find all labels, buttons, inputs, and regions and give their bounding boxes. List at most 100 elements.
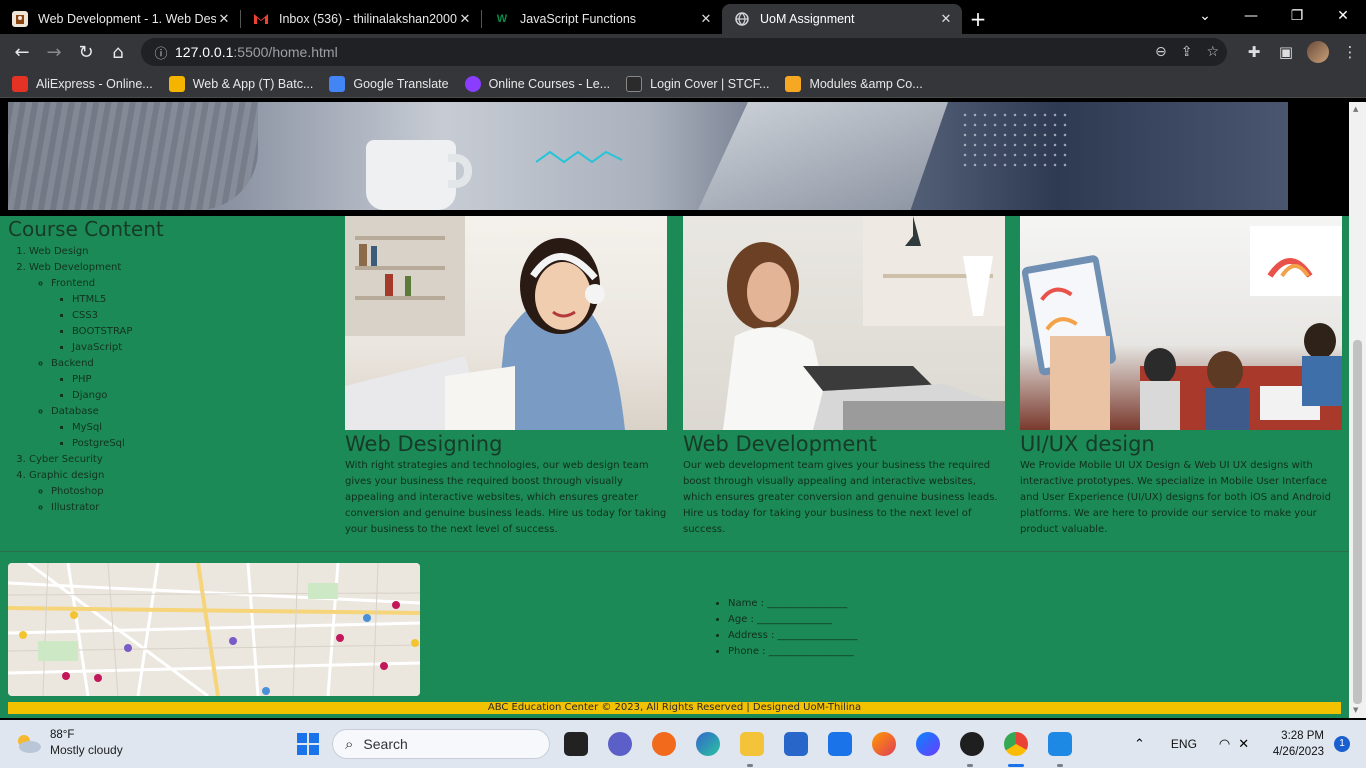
zoom-icon[interactable]: ⊖ xyxy=(1155,44,1167,60)
courses-icon xyxy=(464,75,481,92)
course-subitem-label: Database xyxy=(51,406,99,417)
bookmark-aliexpress[interactable]: AliExpress - Online... xyxy=(12,75,153,92)
edge-browser-icon[interactable] xyxy=(696,732,720,756)
windows-taskbar: 88°F Mostly cloudy ⌕ Search ⌃ ENG ◠ ✕ 3:… xyxy=(0,720,1366,768)
classroom-tablet-illustration xyxy=(1021,226,1342,430)
share-icon[interactable]: ⇪ xyxy=(1181,44,1193,60)
mail-icon[interactable] xyxy=(828,732,852,756)
google-translate-icon xyxy=(329,75,346,92)
taskbar-clock[interactable]: 3:28 PM 4/26/2023 xyxy=(1273,728,1324,760)
bookmark-online-courses[interactable]: Online Courses - Le... xyxy=(464,75,610,92)
bookmark-modules[interactable]: Modules &amp Co... xyxy=(785,75,923,92)
scroll-down-arrow-icon[interactable]: ▼ xyxy=(1353,706,1358,714)
close-window-button[interactable]: ✕ xyxy=(1320,0,1366,32)
url-path: :5500/home.html xyxy=(233,44,338,60)
close-tab-icon[interactable]: ✕ xyxy=(938,11,954,27)
weather-widget[interactable]: 88°F Mostly cloudy xyxy=(14,728,123,758)
hero-banner-strip xyxy=(0,102,1349,216)
hero-coffee-cup xyxy=(366,140,456,210)
scroll-up-arrow-icon[interactable]: ▲ xyxy=(1353,105,1358,113)
bookmark-google-translate[interactable]: Google Translate xyxy=(329,75,449,92)
firefox-icon[interactable] xyxy=(872,732,896,756)
contact-form-list: Name : ________________ Age : __________… xyxy=(712,596,858,660)
close-tab-icon[interactable]: ✕ xyxy=(698,11,714,27)
back-arrow-icon[interactable]: ← xyxy=(6,38,38,66)
modules-icon xyxy=(785,75,802,92)
hero-person-sweater xyxy=(8,102,258,210)
tab-gmail-inbox[interactable]: Inbox (536) - thilinalakshan20002 ✕ xyxy=(241,4,481,34)
reload-icon[interactable]: ↻ xyxy=(70,38,102,66)
language-indicator[interactable]: ENG xyxy=(1171,737,1197,751)
restore-button[interactable]: ❐ xyxy=(1274,0,1320,32)
new-tab-button[interactable]: + xyxy=(962,4,994,34)
file-explorer-icon[interactable] xyxy=(740,732,764,756)
city-map-graphic xyxy=(8,563,420,696)
contact-address-field: Address : ________________ xyxy=(728,628,858,644)
tab-uom-assignment[interactable]: UoM Assignment ✕ xyxy=(722,4,962,34)
course-subsublist: PHP Django xyxy=(51,372,338,404)
bookmark-web-app-batch[interactable]: Web & App (T) Batc... xyxy=(168,75,313,92)
tab-search-chevron-icon[interactable]: ⌄ xyxy=(1182,0,1228,32)
weather-condition: Mostly cloudy xyxy=(50,743,123,757)
extensions-puzzle-icon[interactable]: ✚ xyxy=(1238,43,1270,61)
site-info-icon[interactable]: ⓘ xyxy=(147,43,175,62)
forward-arrow-icon[interactable]: → xyxy=(38,38,70,66)
scrollbar-thumb[interactable] xyxy=(1353,340,1362,704)
media-player-icon[interactable] xyxy=(960,732,984,756)
section-divider xyxy=(0,551,1349,552)
bookmark-label: Google Translate xyxy=(353,76,449,91)
card-description: Our web development team gives your busi… xyxy=(683,460,998,535)
windows-start-icon[interactable] xyxy=(296,732,320,756)
card-title: UI/UX design xyxy=(1020,432,1155,456)
tab-label: Web Development - 1. Web Design xyxy=(38,12,216,26)
bookmark-label: AliExpress - Online... xyxy=(36,76,153,91)
bookmark-star-icon[interactable]: ☆ xyxy=(1206,44,1219,60)
page-scrollbar[interactable]: ▲ ▼ xyxy=(1349,102,1366,718)
address-bar[interactable]: ⓘ 127.0.0.1:5500/home.html ⊖ ⇪ ☆ xyxy=(141,38,1227,66)
course-item: Web Development Frontend HTML5 CSS3 BOOT… xyxy=(29,260,338,452)
task-view-icon[interactable] xyxy=(564,732,588,756)
microsoft-store-icon[interactable] xyxy=(784,732,808,756)
browser-toolbar: ← → ↻ ⌂ ⓘ 127.0.0.1:5500/home.html ⊖ ⇪ ☆… xyxy=(0,34,1366,70)
search-label: Search xyxy=(363,736,408,752)
bookmark-label: Login Cover | STCF... xyxy=(650,76,770,91)
show-hidden-icons-chevron-icon[interactable]: ⌃ xyxy=(1134,736,1145,752)
app-icon-orange[interactable] xyxy=(652,732,676,756)
volume-muted-icon[interactable]: ✕ xyxy=(1238,736,1249,752)
wifi-icon[interactable]: ◠ xyxy=(1219,736,1230,752)
notification-badge[interactable]: 1 xyxy=(1334,736,1350,752)
hero-laptop xyxy=(698,102,948,210)
close-tab-icon[interactable]: ✕ xyxy=(216,11,232,27)
course-topic: PHP xyxy=(72,372,338,388)
home-icon[interactable]: ⌂ xyxy=(102,38,134,66)
running-indicator xyxy=(967,764,973,767)
aliexpress-icon xyxy=(12,75,28,92)
address-bar-actions: ⊖ ⇪ ☆ xyxy=(1155,38,1219,66)
teams-chat-icon[interactable] xyxy=(608,732,632,756)
firefox-developer-icon[interactable] xyxy=(916,732,940,756)
vscode-icon[interactable] xyxy=(1048,732,1072,756)
google-classroom-icon xyxy=(168,75,185,92)
tab-web-development[interactable]: Web Development - 1. Web Design ✕ xyxy=(0,4,240,34)
hero-cup-handle xyxy=(448,154,472,188)
close-tab-icon[interactable]: ✕ xyxy=(457,11,473,27)
course-content-section: Course Content Web Design Web Developmen… xyxy=(8,216,338,516)
page-viewport: Course Content Web Design Web Developmen… xyxy=(0,102,1349,718)
course-topic: Django xyxy=(72,388,338,404)
menu-kebab-icon[interactable]: ⋮ xyxy=(1334,43,1366,61)
ui-ux-photo xyxy=(1020,216,1342,430)
hero-banner-image xyxy=(8,102,1288,210)
minimize-button[interactable]: — xyxy=(1228,0,1274,32)
course-list: Web Design Web Development Frontend HTML… xyxy=(8,244,338,516)
chrome-icon[interactable] xyxy=(1004,732,1028,756)
course-subitem-label: Frontend xyxy=(51,278,96,289)
side-panel-icon[interactable]: ▣ xyxy=(1270,43,1302,61)
bookmark-login-cover[interactable]: Login Cover | STCF... xyxy=(626,75,770,92)
system-tray: ⌃ ENG ◠ ✕ xyxy=(1134,720,1249,768)
embedded-map[interactable] xyxy=(8,563,420,696)
taskbar-search-box[interactable]: ⌕ Search xyxy=(332,729,550,759)
card-description: We Provide Mobile UI UX Design & Web UI … xyxy=(1020,460,1331,535)
course-topic: PostgreSql xyxy=(72,436,338,452)
profile-avatar[interactable] xyxy=(1307,41,1329,63)
tab-javascript-functions[interactable]: W JavaScript Functions ✕ xyxy=(482,4,722,34)
